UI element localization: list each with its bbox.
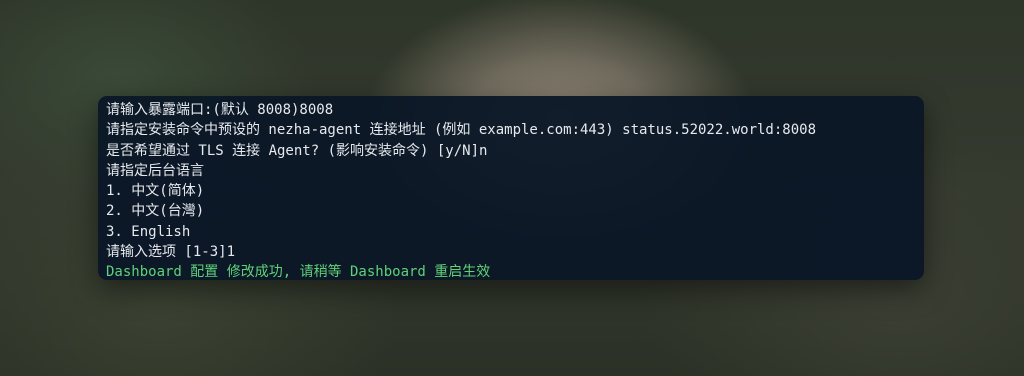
terminal-line-port-prompt: 请输入暴露端口:(默认 8008)8008 xyxy=(106,102,334,118)
terminal-line-success-message: Dashboard 配置 修改成功, 请稍等 Dashboard 重启生效 xyxy=(106,264,491,281)
terminal-line-language-option-1: 1. 中文(简体) xyxy=(106,183,205,200)
terminal-line-option-input: 请输入选项 [1-3]1 xyxy=(106,244,236,261)
terminal-line-language-option-3: 3. English xyxy=(106,223,191,240)
terminal-line-language-heading: 请指定后台语言 xyxy=(106,162,204,179)
terminal-line-tls-prompt: 是否希望通过 TLS 连接 Agent? (影响安装命令) [y/N]n xyxy=(106,142,488,159)
terminal-line-language-option-2: 2. 中文(台灣) xyxy=(106,203,205,220)
terminal-line-agent-address-prompt: 请指定安装命令中预设的 nezha-agent 连接地址 (例如 example… xyxy=(106,122,817,139)
terminal-window[interactable]: 请输入暴露端口:(默认 8008)8008 请指定安装命令中预设的 nezha-… xyxy=(98,96,924,280)
